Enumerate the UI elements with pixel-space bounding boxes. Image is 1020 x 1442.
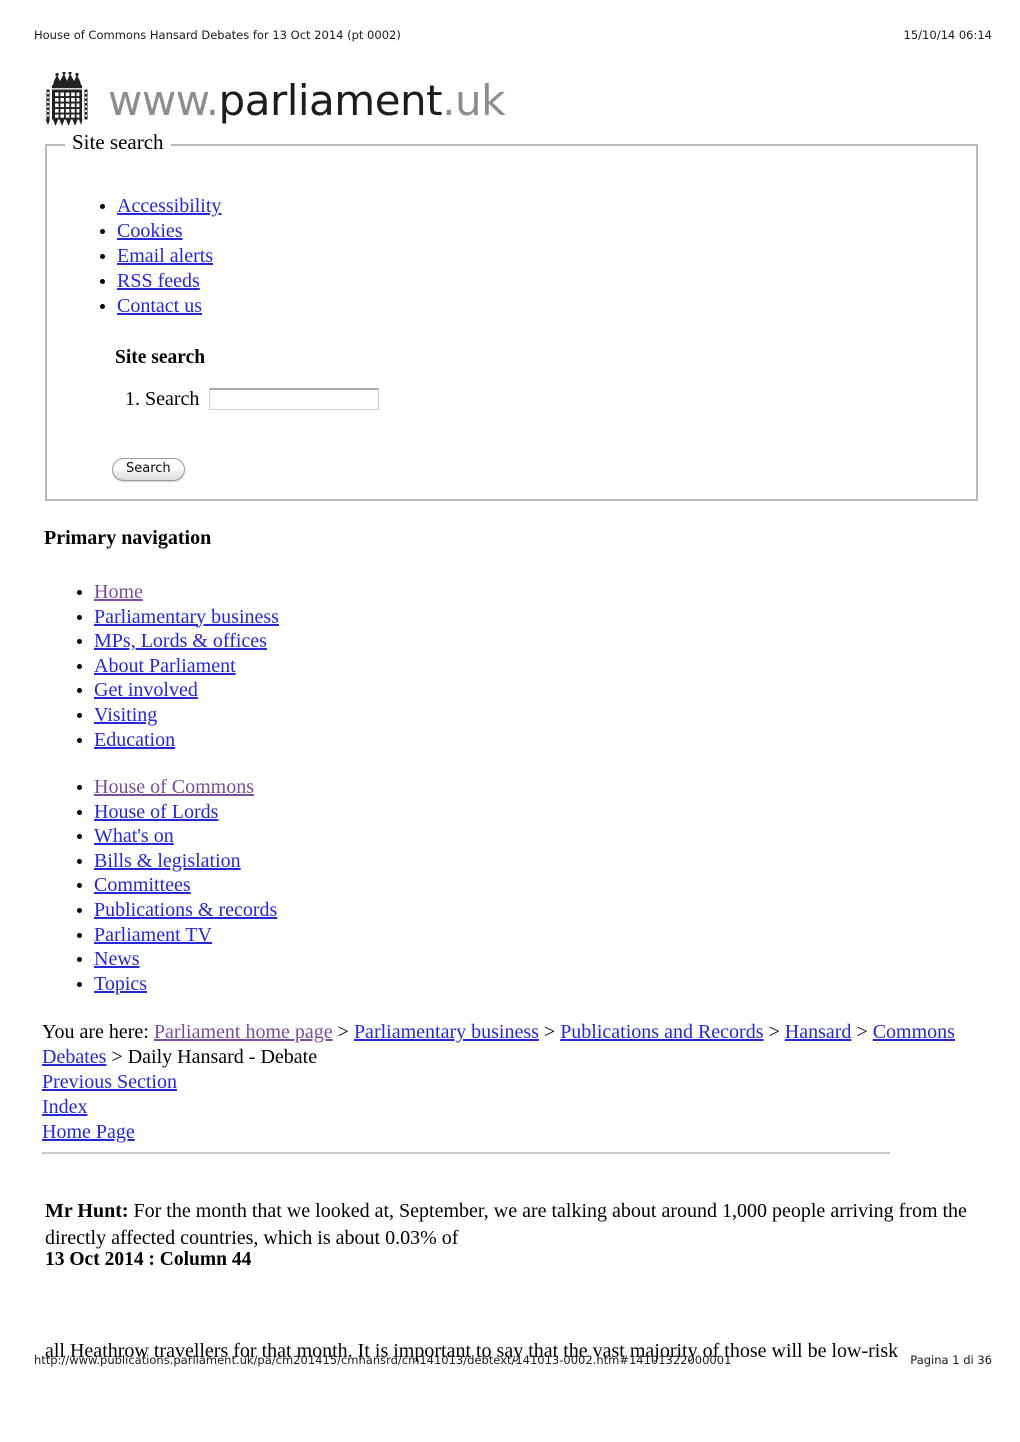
list-item: News (94, 947, 277, 972)
breadcrumb-item-parliamentary-business[interactable]: Parliamentary business (354, 1021, 539, 1043)
breadcrumb-separator: > (851, 1021, 873, 1043)
list-item: RSS feeds (117, 269, 976, 294)
breadcrumb-separator: > (538, 1021, 561, 1043)
speaker-name: Mr Hunt: (45, 1200, 129, 1222)
nav-item-parliament-tv[interactable]: Parliament TV (94, 924, 212, 946)
primary-nav-group-one: Home Parliamentary businessMPs, Lords & o… (24, 580, 279, 752)
list-item: What's on (94, 824, 277, 849)
section-link-index[interactable]: Index (42, 1095, 177, 1120)
nav-item-mps-lords-offices[interactable]: MPs, Lords & offices (94, 630, 267, 652)
list-item: Parliamentary business (94, 605, 279, 630)
nav-item-education[interactable]: Education (94, 729, 175, 751)
utility-links-list: Accessibility Cookies Email alerts RSS feed… (47, 146, 976, 319)
list-item: Email alerts (117, 244, 976, 269)
utility-link-contact-us[interactable]: Contact us (117, 295, 202, 317)
list-item: Accessibility (117, 194, 976, 219)
print-header: House of Commons Hansard Debates for 13 … (34, 28, 992, 44)
list-item: Topics (94, 972, 277, 997)
site-search-fieldset: Site search Accessibility Cookies Email al… (45, 132, 978, 501)
print-header-timestamp: 15/10/14 06:14 (903, 28, 992, 42)
nav-item-about-parliament[interactable]: About Parliament (94, 655, 236, 677)
utility-link-email-alerts[interactable]: Email alerts (117, 245, 213, 267)
nav-item-publications-records[interactable]: Publications & records (94, 899, 277, 921)
site-search-form-list: Search (115, 386, 380, 412)
site-wordmark: www.parliament.uk (108, 80, 505, 122)
list-item: Cookies (117, 219, 976, 244)
primary-navigation-heading: Primary navigation (44, 527, 212, 549)
breadcrumb-separator: > (106, 1045, 128, 1068)
site-search-heading: Site search (115, 347, 206, 368)
search-field-list-item: Search (145, 386, 380, 412)
breadcrumb-item-parliament-home-page[interactable]: Parliament home page (154, 1021, 333, 1043)
print-footer: http://www.publications.parliament.uk/pa… (34, 1353, 992, 1369)
section-link-previous-section[interactable]: Previous Section (42, 1070, 177, 1095)
list-item: Bills & legislation (94, 849, 277, 874)
list-item: House of Commons (94, 775, 277, 800)
breadcrumb-item-publications-and-records[interactable]: Publications and Records (560, 1021, 763, 1043)
list-item: Publications & records (94, 898, 277, 923)
utility-link-accessibility[interactable]: Accessibility (117, 195, 221, 217)
list-item: About Parliament (94, 654, 279, 679)
breadcrumb-separator: > (763, 1021, 785, 1043)
print-header-title: House of Commons Hansard Debates for 13 … (34, 28, 401, 42)
breadcrumb: You are here: Parliament home page > Par… (42, 1020, 982, 1070)
search-submit-button[interactable]: Search (112, 458, 185, 482)
nav-item-news[interactable]: News (94, 948, 140, 970)
section-links: Previous Section Index Home Page (42, 1070, 177, 1144)
utility-link-rss-feeds[interactable]: RSS feeds (117, 270, 200, 292)
wordmark-main: parliament (218, 76, 443, 125)
debate-paragraph-one: Mr Hunt: For the month that we looked at… (45, 1198, 985, 1252)
wordmark-suffix: .uk (442, 76, 505, 125)
content-divider (42, 1152, 890, 1154)
nav-item-what-s-on[interactable]: What's on (94, 825, 174, 847)
paragraph-one-text: For the month that we looked at, Septemb… (45, 1200, 967, 1249)
nav-item-home[interactable]: Home (94, 581, 143, 603)
nav-item-committees[interactable]: Committees (94, 874, 191, 896)
list-item: House of Lords (94, 800, 277, 825)
nav-item-visiting[interactable]: Visiting (94, 704, 157, 726)
list-item: MPs, Lords & offices (94, 629, 279, 654)
column-heading: 13 Oct 2014 : Column 44 (45, 1249, 252, 1270)
breadcrumb-item-hansard[interactable]: Hansard (785, 1021, 852, 1043)
breadcrumb-prefix: You are here: (42, 1021, 154, 1043)
list-item: Parliament TV (94, 923, 277, 948)
list-item: Contact us (117, 294, 976, 319)
portcullis-icon (45, 72, 88, 126)
nav-item-get-involved[interactable]: Get involved (94, 679, 198, 701)
nav-item-topics[interactable]: Topics (94, 973, 147, 995)
search-field-label: Search (145, 388, 200, 410)
nav-item-bills-legislation[interactable]: Bills & legislation (94, 850, 241, 872)
print-footer-url: http://www.publications.parliament.uk/pa… (34, 1353, 732, 1367)
breadcrumb-separator: > (332, 1021, 354, 1043)
nav-item-house-of-commons[interactable]: House of Commons (94, 776, 254, 798)
search-input[interactable] (209, 388, 380, 410)
site-logo[interactable]: www.parliament.uk (40, 70, 505, 132)
list-item: Get involved (94, 678, 279, 703)
list-item: Education (94, 728, 279, 753)
list-item: Committees (94, 873, 277, 898)
section-link-home-page[interactable]: Home Page (42, 1120, 177, 1145)
nav-item-parliamentary-business[interactable]: Parliamentary business (94, 606, 279, 628)
list-item: Home (94, 580, 279, 605)
breadcrumb-item-daily-hansard-debate: Daily Hansard - Debate (127, 1045, 318, 1068)
primary-nav-group-two: House of Commons House of LordsWhat's on B… (24, 775, 277, 996)
nav-item-house-of-lords[interactable]: House of Lords (94, 801, 218, 823)
print-footer-page-label: Pagina 1 di 36 (910, 1353, 992, 1367)
list-item: Visiting (94, 703, 279, 728)
wordmark-prefix: www. (108, 76, 219, 125)
site-search-legend: Site search (65, 132, 171, 153)
utility-link-cookies[interactable]: Cookies (117, 220, 183, 242)
